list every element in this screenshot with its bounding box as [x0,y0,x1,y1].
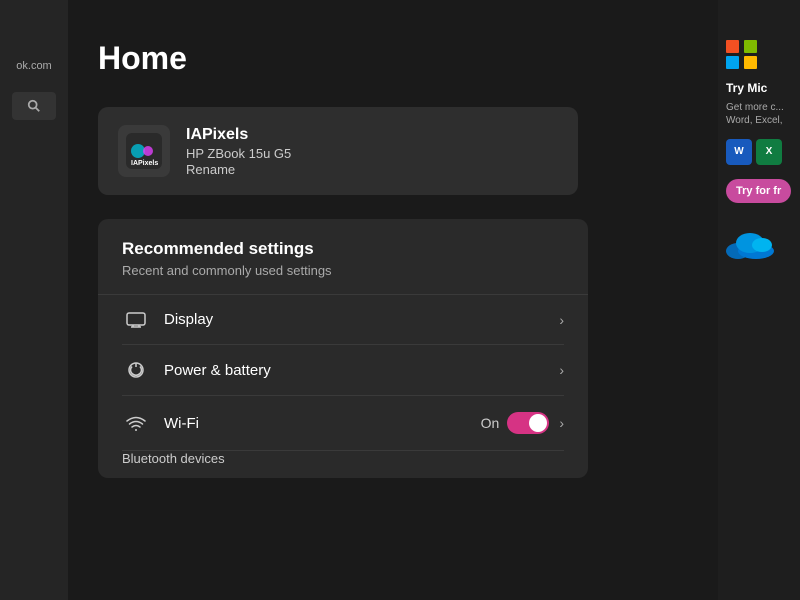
power-chevron: › [559,362,564,378]
wifi-icon [122,415,150,431]
device-model: HP ZBook 15u G5 [186,146,291,161]
ms-logo-red [726,40,739,53]
settings-item-display[interactable]: Display › [122,295,564,345]
recommended-settings-panel: Recommended settings Recent and commonly… [98,219,588,478]
ad-subtitle: Get more c... Word, Excel, [726,101,792,127]
power-icon [122,361,150,379]
search-icon [27,99,41,113]
power-label: Power & battery [164,362,559,379]
settings-item-power[interactable]: Power & battery › [122,345,564,396]
ms-logo-blue [726,56,739,69]
wifi-chevron: › [559,415,564,431]
wifi-toggle[interactable] [507,412,549,434]
ms-logo-green [744,40,757,53]
recommended-title: Recommended settings [122,239,564,259]
excel-icon: X [756,139,782,165]
right-ad-panel: Try Mic Get more c... Word, Excel, W X T… [718,0,800,600]
sidebar-site-name: ok.com [16,60,51,72]
device-icon-container: IAPixels [118,125,170,177]
device-rename-link[interactable]: Rename [186,162,291,177]
device-name: IAPixels [186,126,291,144]
wifi-label: Wi-Fi [164,415,481,432]
recommended-subtitle: Recent and commonly used settings [122,263,564,278]
wifi-status: On [481,415,500,431]
try-button[interactable]: Try for fr [726,179,791,203]
page-title: Home [98,40,688,77]
wifi-toggle-thumb [529,414,547,432]
search-box[interactable] [12,92,56,120]
bluetooth-partial-label: Bluetooth devices [122,451,564,478]
ad-title: Try Mic [726,81,767,97]
svg-text:IAPixels: IAPixels [131,160,158,167]
iapixels-logo-icon: IAPixels [126,133,162,169]
microsoft-logo [726,40,758,69]
sidebar: ok.com [0,0,68,600]
display-label: Display [164,311,559,328]
device-card: IAPixels IAPixels HP ZBook 15u G5 Rename [98,107,578,195]
device-info: IAPixels HP ZBook 15u G5 Rename [186,126,291,177]
display-chevron: › [559,312,564,328]
ms-logo-yellow [744,56,757,69]
app-icons-row: W X [726,139,782,165]
display-icon [122,312,150,328]
main-content: Home IAPixels IAPixels HP ZBook 15u G5 R… [68,0,718,600]
settings-item-wifi[interactable]: Wi-Fi On › [122,396,564,451]
onedrive-icon [726,227,774,266]
word-icon: W [726,139,752,165]
